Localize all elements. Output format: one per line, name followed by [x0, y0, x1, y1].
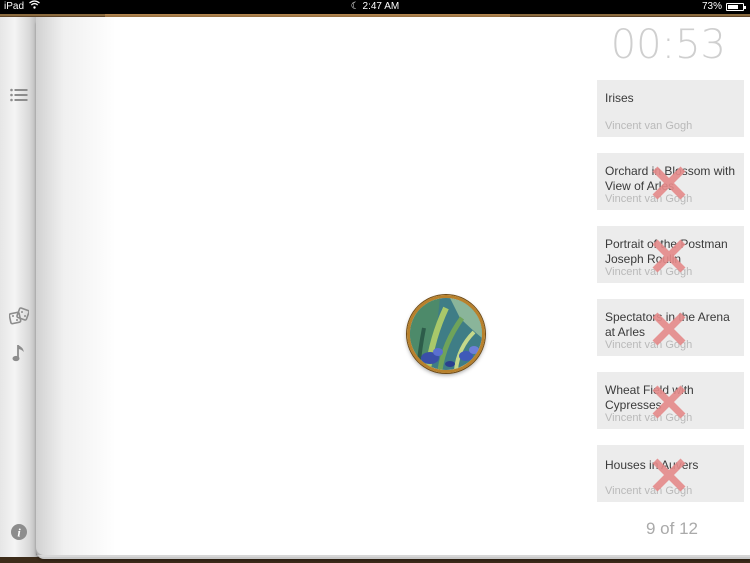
painting-card[interactable]: Orchard in Blossom with View of Arles Vi… — [597, 153, 744, 210]
card-title: Irises — [605, 91, 634, 105]
list-icon[interactable] — [8, 85, 30, 105]
status-bar: iPad ☾ 2:47 AM 73% — [0, 0, 750, 14]
wrong-x-icon — [652, 166, 686, 200]
page-counter: 9 of 12 — [646, 519, 698, 538]
battery-fill — [728, 5, 739, 9]
painting-card[interactable]: Portrait of the Postman Joseph Roulin Vi… — [597, 226, 744, 283]
wrong-x-icon — [652, 312, 686, 346]
info-icon[interactable]: i — [8, 522, 30, 542]
page-gutter-shadow — [36, 17, 116, 555]
music-note-icon[interactable] — [8, 343, 30, 363]
painting-card[interactable]: Irises Vincent van Gogh — [597, 80, 744, 137]
wrong-x-icon — [652, 239, 686, 273]
painting-card[interactable]: Spectators in the Arena at Arles Vincent… — [597, 299, 744, 356]
battery-icon — [726, 3, 746, 11]
countdown-timer: 00:53 — [610, 22, 726, 68]
status-right: 73% — [701, 0, 746, 14]
card-artist: Vincent van Gogh — [605, 120, 693, 132]
painting-card[interactable]: Houses in Auvers Vincent van Gogh — [597, 445, 744, 502]
status-time: 2:47 AM — [362, 1, 400, 12]
moon-icon: ☾ — [350, 1, 360, 12]
painting-thumbnail[interactable] — [407, 295, 485, 373]
painting-card[interactable]: Wheat Field with Cypresses Vincent van G… — [597, 372, 744, 429]
battery-percent: 73% — [701, 1, 722, 12]
wrong-x-icon — [652, 458, 686, 492]
status-center: ☾ 2:47 AM — [0, 0, 750, 14]
wrong-x-icon — [652, 385, 686, 419]
dice-icon[interactable] — [8, 306, 30, 326]
